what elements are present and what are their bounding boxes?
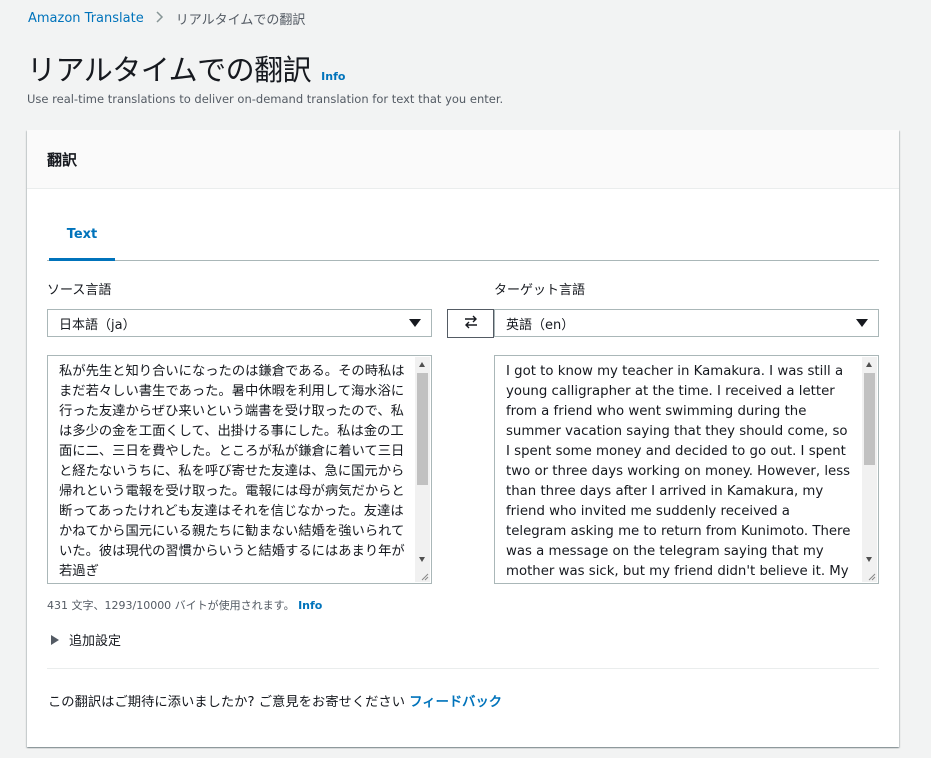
breadcrumb: Amazon Translate リアルタイムでの翻訳 xyxy=(28,9,305,28)
page-title: リアルタイムでの翻訳 xyxy=(27,53,312,87)
tab-text[interactable]: Text xyxy=(49,210,115,261)
resize-grip-icon[interactable] xyxy=(419,571,429,581)
caret-down-icon xyxy=(409,319,421,327)
target-language-select[interactable]: 英語（en） xyxy=(494,309,879,337)
scroll-up-icon xyxy=(419,362,425,367)
feedback-row: この翻訳はご期待に添いましたか? ご意見をお寄せください フィードバック xyxy=(48,691,502,710)
divider xyxy=(47,668,879,669)
page-description: Use real-time translations to deliver on… xyxy=(27,92,504,106)
scroll-up-icon xyxy=(866,362,872,367)
chevron-right-icon xyxy=(156,11,164,26)
caret-right-icon xyxy=(51,634,59,645)
caret-down-icon xyxy=(856,319,868,327)
additional-settings-label: 追加設定 xyxy=(69,634,122,649)
page-info-link[interactable]: Info xyxy=(321,70,345,83)
breadcrumb-amazon-translate-link[interactable]: Amazon Translate xyxy=(28,11,144,26)
feedback-prompt: この翻訳はご期待に添いましたか? ご意見をお寄せください xyxy=(48,695,406,710)
scroll-thumb[interactable] xyxy=(417,373,428,485)
target-language-label: ターゲット言語 xyxy=(494,283,586,298)
page-header: リアルタイムでの翻訳 Info xyxy=(27,47,345,89)
additional-settings-toggle[interactable]: 追加設定 xyxy=(51,630,121,649)
source-text-area[interactable]: 私が先生と知り合いになったのは鎌倉である。その時私はまだ若々しい書生であった。暑… xyxy=(47,355,432,584)
tab-bar: Text xyxy=(47,210,879,261)
target-text-area[interactable]: I got to know my teacher in Kamakura. I … xyxy=(494,355,879,584)
source-text: 私が先生と知り合いになったのは鎌倉である。その時私はまだ若々しい書生であった。暑… xyxy=(59,364,405,579)
swap-arrows-icon xyxy=(463,314,479,333)
source-language-select[interactable]: 日本語（ja） xyxy=(47,309,432,337)
source-scrollbar[interactable] xyxy=(415,357,430,582)
target-language-value: 英語（en） xyxy=(506,317,575,333)
breadcrumb-current: リアルタイムでの翻訳 xyxy=(175,13,306,28)
target-text: I got to know my teacher in Kamakura. I … xyxy=(506,364,851,579)
resize-grip-icon[interactable] xyxy=(866,571,876,581)
character-count: 431 文字、1293/10000 バイトが使用されます。 Info xyxy=(47,597,322,613)
target-scrollbar[interactable] xyxy=(862,357,877,582)
scroll-down-icon xyxy=(419,557,425,562)
swap-languages-button[interactable] xyxy=(447,309,494,338)
feedback-link[interactable]: フィードバック xyxy=(409,695,502,710)
source-language-label: ソース言語 xyxy=(47,283,112,298)
translate-panel: 翻訳 Text ソース言語 ターゲット言語 日本語（ja） 英語（en） 私が先… xyxy=(27,130,899,747)
scroll-down-icon xyxy=(866,557,872,562)
scroll-thumb[interactable] xyxy=(864,373,875,465)
character-count-info-link[interactable]: Info xyxy=(298,599,322,612)
panel-header: 翻訳 xyxy=(27,130,899,189)
source-language-value: 日本語（ja） xyxy=(59,317,136,333)
character-count-text: 431 文字、1293/10000 バイトが使用されます。 xyxy=(47,599,295,612)
